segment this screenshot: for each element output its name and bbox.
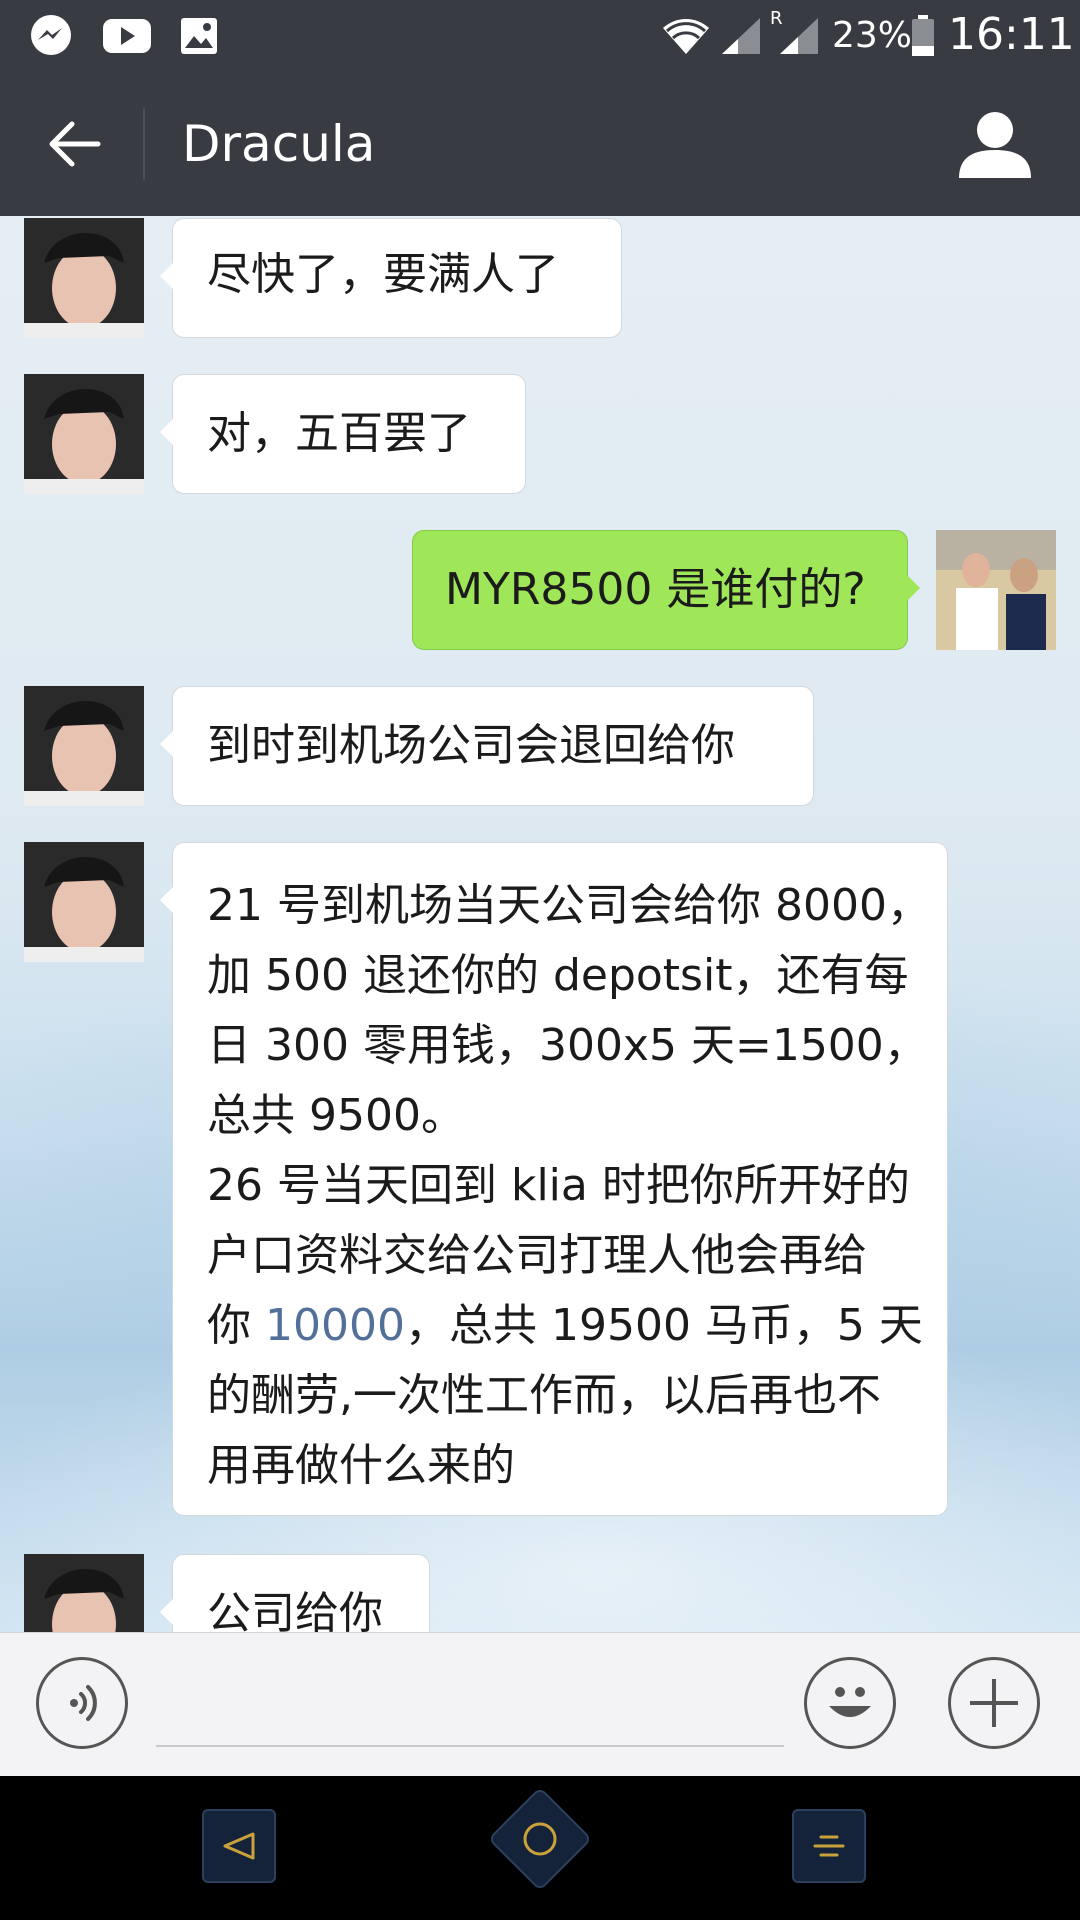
- outgoing-message[interactable]: MYR8500 是谁付的?: [412, 530, 920, 650]
- back-button[interactable]: [36, 112, 112, 176]
- nav-back-button[interactable]: [202, 1809, 276, 1883]
- status-bar: R 23% 16:11: [0, 0, 1080, 72]
- incoming-message[interactable]: 尽快了，要满人了: [160, 218, 622, 338]
- amount-link[interactable]: 10000: [265, 1300, 405, 1351]
- title-bar: Dracula: [0, 72, 1080, 216]
- message-line: 的酬劳,一次性工作而，以后再也不: [207, 1370, 881, 1421]
- plus-icon: [970, 1679, 1018, 1727]
- message-line: 总共 9500。: [207, 1090, 465, 1141]
- incoming-message[interactable]: 21 号到机场当天公司会给你 8000， 加 500 退还你的 depotsit…: [160, 842, 948, 1516]
- message-line: 户口资料交给公司打理人他会再给: [207, 1230, 867, 1281]
- incoming-message[interactable]: 到时到机场公司会退回给你: [160, 686, 814, 806]
- clock: 16:11: [948, 9, 1075, 60]
- message-line-text: 你: [207, 1300, 265, 1351]
- message-input[interactable]: [156, 1663, 784, 1747]
- contact-avatar[interactable]: [24, 374, 144, 494]
- contact-avatar[interactable]: [24, 218, 144, 338]
- smiley-icon: [829, 1687, 871, 1717]
- message-line: 26 号当天回到 klia 时把你所开好的: [207, 1160, 910, 1211]
- message-text: 到时到机场公司会退回给你: [207, 720, 735, 771]
- title-divider: [143, 108, 145, 180]
- wifi-icon: [660, 14, 712, 58]
- message-text: MYR8500 是谁付的?: [445, 564, 866, 615]
- message-line: 日 300 零用钱，300x5 天=1500，: [207, 1020, 928, 1071]
- message-line: 加 500 退还你的 depotsit，还有每: [207, 950, 909, 1001]
- message-line: 你 10000，总共 19500 马币，5 天: [207, 1291, 923, 1361]
- profile-button[interactable]: [955, 108, 1035, 184]
- contact-avatar[interactable]: [24, 842, 144, 962]
- chat-title: Dracula: [182, 115, 376, 173]
- contact-avatar[interactable]: [24, 1554, 144, 1632]
- battery-percent: 23%: [832, 15, 913, 56]
- message-line-text: ，总共 19500 马币，5 天: [404, 1300, 923, 1351]
- nav-home-icon: [523, 1822, 557, 1856]
- arrow-left-icon: [49, 121, 101, 167]
- nav-back-icon: [223, 1832, 255, 1860]
- incoming-message[interactable]: 公司给你: [160, 1554, 430, 1632]
- message-text: 公司给你: [207, 1588, 383, 1632]
- message-text: 对，五百罢了: [207, 408, 471, 459]
- more-button[interactable]: [948, 1657, 1040, 1749]
- message-text: 尽快了，要满人了: [207, 249, 559, 300]
- messenger-icon: [24, 14, 78, 58]
- battery-icon: [908, 14, 938, 58]
- incoming-message[interactable]: 对，五百罢了: [160, 374, 526, 494]
- contact-avatar[interactable]: [24, 686, 144, 806]
- user-avatar[interactable]: [936, 530, 1056, 650]
- person-icon: [959, 112, 1031, 178]
- signal-roaming-icon: R: [770, 8, 824, 58]
- youtube-icon: [100, 14, 154, 58]
- chat-area[interactable]: 尽快了，要满人了 对，五百罢了 MYR8500 是谁付的? 到时到机场公司会退回…: [0, 216, 1080, 1632]
- message-line: 用再做什么来的: [207, 1440, 515, 1491]
- input-bar: [0, 1632, 1080, 1777]
- message-line: 21 号到机场当天公司会给你 8000，: [207, 880, 931, 931]
- gallery-icon: [174, 14, 224, 58]
- voice-icon: [70, 1685, 97, 1721]
- signal-icon: [718, 14, 764, 58]
- navigation-bar: [0, 1776, 1080, 1920]
- nav-menu-icon: [813, 1835, 845, 1857]
- nav-home-button[interactable]: [487, 1786, 593, 1892]
- emoji-button[interactable]: [804, 1657, 896, 1749]
- voice-button[interactable]: [36, 1657, 128, 1749]
- nav-menu-button[interactable]: [792, 1809, 866, 1883]
